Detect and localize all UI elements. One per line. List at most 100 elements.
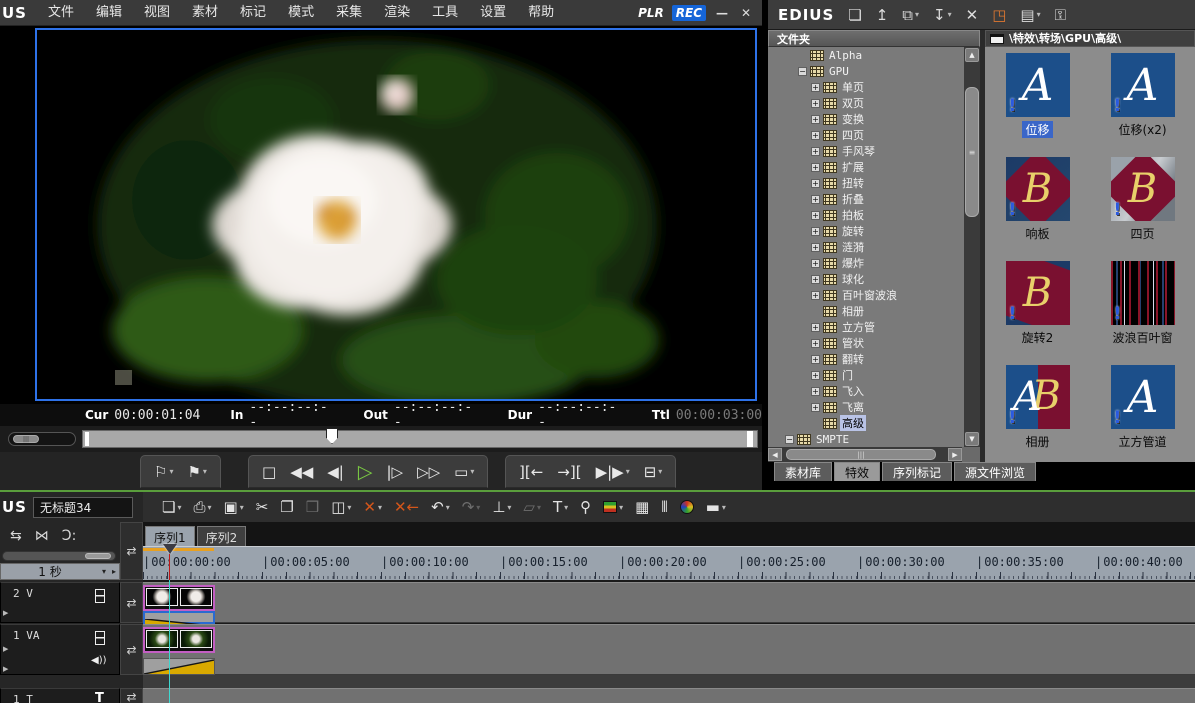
clip-thumbnail-strip[interactable] xyxy=(143,627,215,653)
timeline-toolbar-button[interactable]: ▬▾ xyxy=(703,498,729,516)
bin-toolbar-button[interactable]: ↧▾ xyxy=(933,6,952,24)
folder-tree-item[interactable]: Alpha xyxy=(768,47,964,63)
track-expander-icon[interactable]: ▶ xyxy=(3,609,8,617)
chevron-down-icon[interactable]: ▾ xyxy=(626,467,630,476)
folder-tree-item[interactable]: 门 xyxy=(768,367,964,383)
bin-tab[interactable]: 素材库 xyxy=(774,462,832,481)
expand-toggle-icon[interactable] xyxy=(811,195,820,204)
folder-tree-item[interactable]: 球化 xyxy=(768,271,964,287)
timeline-toolbar-button[interactable]: ↶▾ xyxy=(428,498,453,516)
track-expander-icon[interactable]: ▶ xyxy=(3,665,8,673)
effect-item[interactable]: ! 响板 xyxy=(985,151,1090,255)
effect-item[interactable]: ! 立方管道 xyxy=(1090,359,1195,463)
timeline-toolbar-button[interactable]: T▾ xyxy=(550,498,571,516)
expand-toggle-icon[interactable] xyxy=(811,259,820,268)
effect-item[interactable]: ! 旋转2 xyxy=(985,255,1090,359)
folder-tree-item[interactable]: 手风琴 xyxy=(768,143,964,159)
position-playhead[interactable] xyxy=(326,428,338,444)
timeline-toolbar-button[interactable]: ⎙▾ xyxy=(190,498,214,516)
folder-tree-item[interactable]: 翻转 xyxy=(768,351,964,367)
expand-toggle-icon[interactable] xyxy=(798,67,807,76)
effect-thumbnail[interactable]: ! xyxy=(1111,53,1175,117)
va-clip[interactable] xyxy=(143,627,215,653)
folder-tree-item[interactable]: 飞入 xyxy=(768,383,964,399)
folder-tree-item[interactable]: 高级 xyxy=(768,415,964,431)
track-header-video[interactable]: 2 V ▶ xyxy=(0,582,120,623)
chevron-down-icon[interactable]: ▾ xyxy=(564,503,568,512)
chevron-down-icon[interactable]: ▾ xyxy=(169,467,173,476)
chevron-down-icon[interactable]: ▾ xyxy=(446,503,450,512)
folder-tree-item[interactable]: 扩展 xyxy=(768,159,964,175)
timeline-toolbar-button[interactable]: ⊥▾ xyxy=(489,498,514,516)
clip-thumbnail-strip[interactable] xyxy=(143,585,215,611)
tree-horizontal-scrollbar[interactable]: ◀ ||| ▶ xyxy=(768,447,980,462)
bin-toolbar-button[interactable]: ⧉▾ xyxy=(902,6,919,24)
speaker-icon[interactable]: ◀)) xyxy=(91,655,107,666)
menu-item[interactable]: 素材 xyxy=(181,0,229,26)
folder-tree-item[interactable]: 飞离 xyxy=(768,399,964,415)
expand-toggle-icon[interactable] xyxy=(811,179,820,188)
folder-tree-item[interactable]: GPU xyxy=(768,63,964,79)
menu-item[interactable]: 视图 xyxy=(133,0,181,26)
expand-toggle-icon[interactable] xyxy=(811,387,820,396)
chevron-down-icon[interactable]: ▾ xyxy=(347,503,351,512)
timeline-toolbar-button[interactable]: ✕←▾ xyxy=(391,498,422,516)
menu-item[interactable]: 渲染 xyxy=(373,0,421,26)
audio-fade-band[interactable] xyxy=(143,658,215,675)
chevron-down-icon[interactable]: ▾ xyxy=(378,503,382,512)
bin-tab[interactable]: 特效 xyxy=(834,462,880,481)
timeline-toolbar-button[interactable]: ▣▾ xyxy=(221,498,247,516)
timeline-zoom-slider[interactable] xyxy=(2,551,116,561)
expand-toggle-icon[interactable] xyxy=(785,435,794,444)
menu-item[interactable]: 帮助 xyxy=(517,0,565,26)
tree-vertical-scrollbar[interactable]: ▲ ≡ ▼ xyxy=(964,47,980,447)
expand-toggle-icon[interactable] xyxy=(811,163,820,172)
menu-item[interactable]: 标记 xyxy=(229,0,277,26)
timeline-toolbar-button[interactable]: ▦▾ xyxy=(632,498,652,516)
expand-toggle-icon[interactable] xyxy=(811,403,820,412)
folder-tree-item[interactable]: 折叠 xyxy=(768,191,964,207)
chevron-down-icon[interactable]: ▾ xyxy=(99,567,109,576)
timeline-toolbar-button[interactable]: ❏▾ xyxy=(159,498,184,516)
mode-toggle-icon[interactable]: ⋈ xyxy=(35,528,49,544)
link-column-cell[interactable]: ⇄ xyxy=(120,688,143,703)
bin-tab[interactable]: 源文件浏览 xyxy=(954,462,1036,481)
bin-tab[interactable]: 序列标记 xyxy=(882,462,952,481)
expand-toggle-icon[interactable] xyxy=(811,83,820,92)
track-header-title[interactable]: 1 T T xyxy=(0,688,120,703)
edit-button[interactable]: →][▾ xyxy=(552,463,586,481)
transport-button[interactable]: ◀◀▾ xyxy=(285,463,318,481)
bin-toolbar-button[interactable]: ▤▾ xyxy=(1020,6,1040,24)
effect-thumbnail[interactable]: ! xyxy=(1006,53,1070,117)
timeline-toolbar-button[interactable]: ⫴▾ xyxy=(658,498,670,516)
folder-tree-item[interactable]: 立方管 xyxy=(768,319,964,335)
folder-tree-item[interactable]: 涟漪 xyxy=(768,239,964,255)
edit-button[interactable]: ▶|▶▾ xyxy=(591,463,635,481)
timeline-toolbar-button[interactable]: ❒▾ xyxy=(303,498,322,516)
chevron-down-icon[interactable]: ▾ xyxy=(537,503,541,512)
chevron-down-icon[interactable]: ▾ xyxy=(240,503,244,512)
edit-button[interactable]: ⊟▾ xyxy=(639,463,668,481)
timeline-toolbar-button[interactable]: ◫▾ xyxy=(328,498,354,516)
folder-tree-item[interactable]: 变换 xyxy=(768,111,964,127)
expand-toggle-icon[interactable] xyxy=(811,339,820,348)
bin-toolbar-button[interactable]: ✕▾ xyxy=(966,6,979,24)
folder-tree-item[interactable]: 双页 xyxy=(768,95,964,111)
chevron-down-icon[interactable]: ▾ xyxy=(207,503,211,512)
track-expander-icon[interactable]: ▶ xyxy=(3,645,8,653)
va-track-lane[interactable] xyxy=(143,624,1195,675)
title-track-lane[interactable] xyxy=(143,688,1195,703)
scroll-down-icon[interactable]: ▼ xyxy=(965,432,979,446)
effect-thumbnail[interactable]: ! xyxy=(1006,365,1070,429)
expand-toggle-icon[interactable] xyxy=(811,227,820,236)
folder-tree-item[interactable]: 四页 xyxy=(768,127,964,143)
close-button[interactable]: ✕ xyxy=(738,6,754,20)
zoom-slider-grip[interactable] xyxy=(85,553,111,559)
transport-button[interactable]: ◀|▾ xyxy=(322,463,349,481)
folder-tree-item[interactable]: 单页 xyxy=(768,79,964,95)
menu-item[interactable]: 模式 xyxy=(277,0,325,26)
effect-item[interactable]: ! 四页 xyxy=(1090,151,1195,255)
link-column-cell[interactable]: ⇄ xyxy=(120,624,143,675)
expand-toggle-icon[interactable] xyxy=(811,211,820,220)
chevron-down-icon[interactable]: ▾ xyxy=(658,467,662,476)
